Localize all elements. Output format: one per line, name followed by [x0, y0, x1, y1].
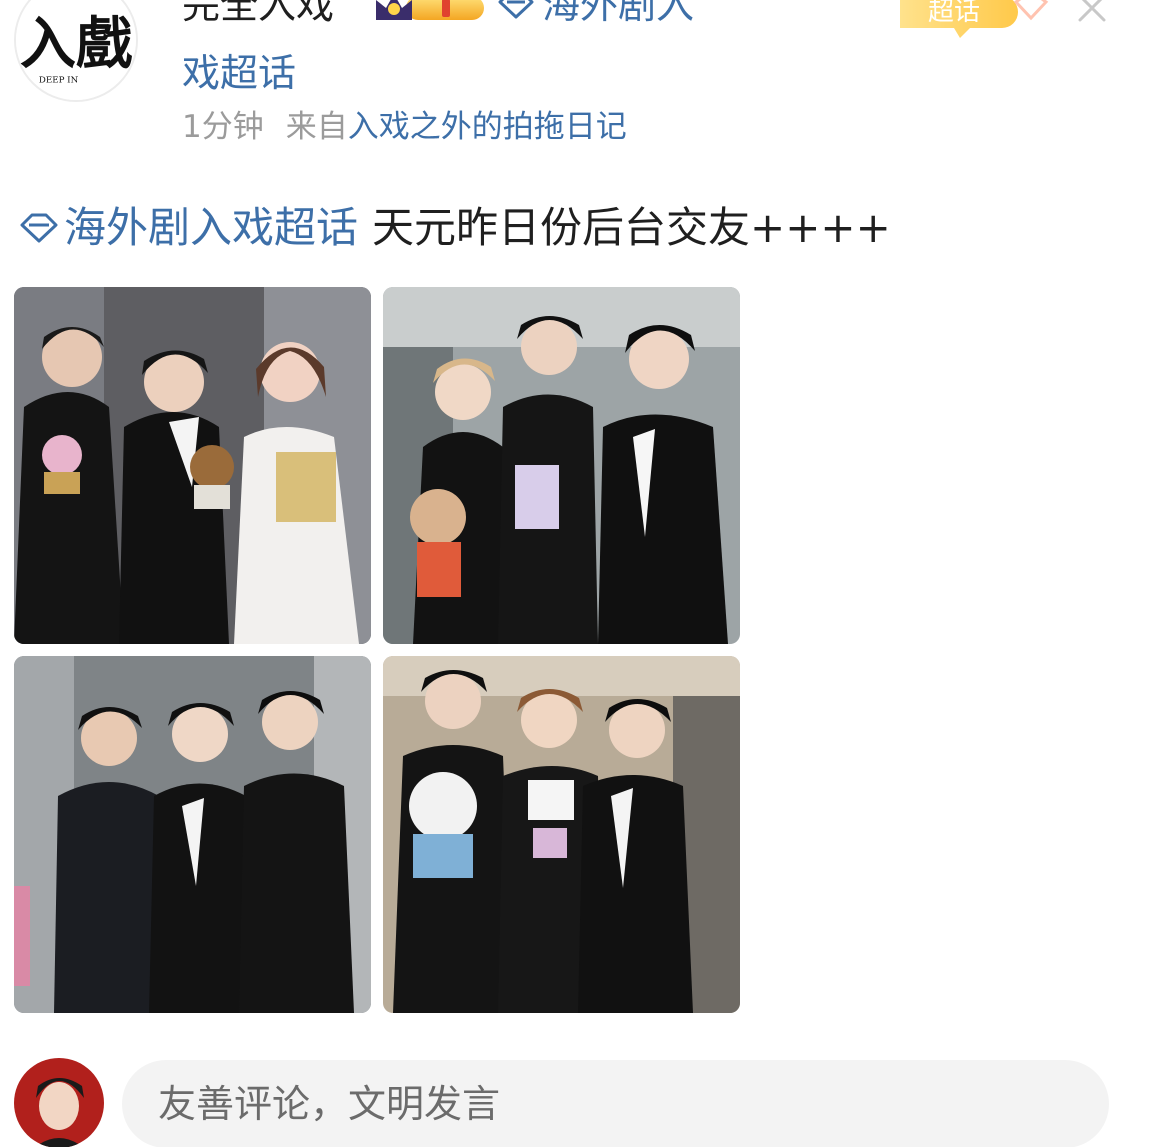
close-icon[interactable] — [1070, 0, 1114, 30]
deep-in-logo: 入戲 DEEP IN — [16, 0, 136, 100]
header-topic-line1: 海外剧入 — [542, 0, 695, 27]
post-text: 海外剧入戏超话 天元昨日份后台交友++++ — [18, 200, 891, 256]
header-topic-line2[interactable]: 戏超话 — [182, 50, 296, 96]
photo-2[interactable] — [383, 287, 740, 644]
photo-1[interactable] — [14, 287, 371, 644]
diamond-topic-icon — [18, 212, 60, 244]
post-topic-label: 海外剧入戏超话 — [64, 203, 359, 252]
weibo-post-page: 入戲 DEEP IN 完全入戏 海外剧入 戏超话 1分钟来自入戏之外的拍拖日记 — [0, 0, 1151, 1147]
post-meta: 1分钟 来自入戏之外的拍拖日记 — [182, 106, 627, 148]
post-from-prefix: 来自 — [285, 109, 348, 145]
commenter-avatar[interactable] — [14, 1058, 104, 1147]
logo-text-main: 入戲 — [20, 11, 132, 77]
crown-level-icon — [372, 0, 488, 24]
photo-4[interactable] — [383, 656, 740, 1013]
supertopic-badge-icon[interactable]: 超话 — [890, 0, 1050, 42]
author-avatar[interactable]: 入戲 DEEP IN — [14, 0, 138, 102]
photo-3[interactable] — [14, 656, 371, 1013]
author-name[interactable]: 完全入戏 — [182, 0, 334, 28]
comment-input[interactable]: 友善评论，文明发言 — [122, 1060, 1109, 1147]
post-time: 1分钟 — [182, 109, 264, 145]
logo-text-sub: DEEP IN — [39, 76, 79, 86]
post-source-link[interactable]: 入戏之外的拍拖日记 — [348, 109, 627, 145]
supertopic-badge-label: 超话 — [928, 0, 980, 27]
header-topic-link[interactable]: 海外剧入 — [496, 0, 694, 28]
diamond-topic-icon — [496, 0, 536, 20]
post-content: 天元昨日份后台交友++++ — [372, 203, 891, 252]
post-topic-link[interactable]: 海外剧入戏超话 — [18, 203, 358, 252]
